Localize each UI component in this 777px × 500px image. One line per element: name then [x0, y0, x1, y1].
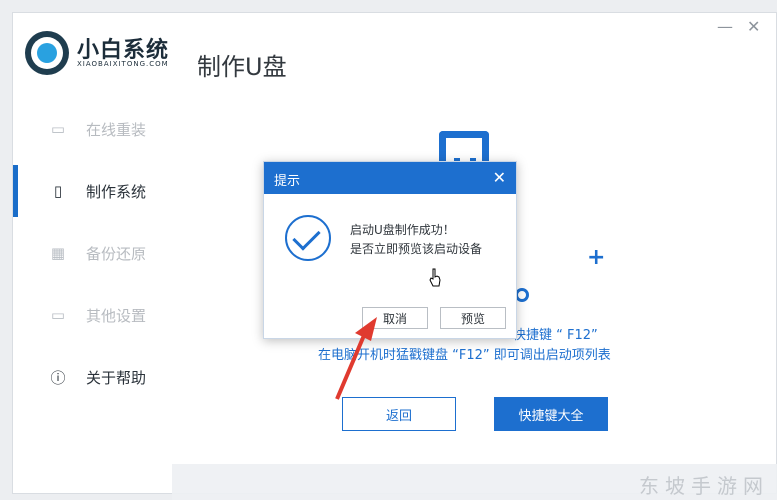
briefcase-icon: ▭ — [50, 306, 66, 324]
preview-button[interactable]: 预览 — [440, 307, 506, 329]
plus-icon: + — [587, 245, 606, 270]
watermark-text: 东坡手游网 — [639, 474, 769, 498]
monitor-icon: ▭ — [50, 120, 66, 138]
dialog-message-line2: 是否立即预览该启动设备 — [350, 242, 483, 256]
sidebar-item-make-system[interactable]: ▯ 制作系统 — [13, 165, 183, 217]
circle-icon — [515, 288, 529, 302]
sidebar-item-online-reinstall[interactable]: ▭ 在线重装 — [13, 103, 183, 155]
close-window-button[interactable]: ✕ — [747, 19, 760, 35]
minimize-button[interactable]: — — [717, 19, 733, 35]
sidebar-item-label: 备份还原 — [86, 244, 147, 263]
active-indicator — [13, 165, 18, 217]
sidebar-item-label: 其他设置 — [86, 306, 147, 325]
page-title: 制作U盘 — [197, 53, 287, 81]
usb-icon: ▯ — [53, 182, 63, 200]
hand-cursor-icon — [429, 268, 441, 287]
dialog-header: 提示 ✕ — [264, 162, 516, 194]
info-icon: ⓘ — [50, 368, 66, 387]
shortcut-hint: 快捷键 “ F12” — [513, 328, 598, 343]
watermark: 东坡手游网 — [172, 464, 777, 500]
sidebar-item-about-help[interactable]: ⓘ 关于帮助 — [13, 351, 183, 403]
dialog-close-icon[interactable]: ✕ — [493, 168, 506, 187]
check-circle-icon — [285, 215, 331, 261]
sidebar-item-label: 关于帮助 — [86, 368, 147, 387]
sidebar-item-backup-restore[interactable]: ▦ 备份还原 — [13, 227, 183, 279]
dialog-title: 提示 — [274, 174, 301, 189]
app-window: — ✕ 小白系统 XIAOBAIXITONG.COM 制作U盘 ▭ 在线重装 ▯… — [12, 12, 777, 494]
annotation-arrow-icon — [335, 317, 377, 400]
dialog-message-line1: 启动U盘制作成功！ — [350, 223, 455, 237]
brand-subtitle: XIAOBAIXITONG.COM — [77, 60, 169, 68]
brand-logo-icon — [25, 31, 69, 75]
sidebar-item-other-settings[interactable]: ▭ 其他设置 — [13, 289, 183, 341]
sidebar-item-label: 在线重装 — [86, 120, 147, 139]
grid-icon: ▦ — [50, 244, 66, 262]
sidebar-item-label: 制作系统 — [86, 182, 147, 201]
shortcut-keys-button[interactable]: 快捷键大全 — [494, 397, 608, 431]
